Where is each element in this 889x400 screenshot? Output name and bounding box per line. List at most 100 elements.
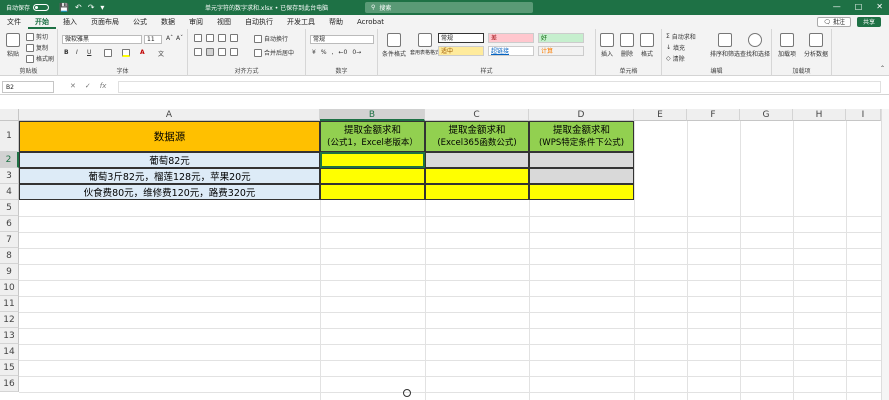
comma-icon[interactable]: , (332, 49, 334, 56)
conditional-format-button[interactable]: 条件格式 (382, 33, 406, 58)
formula-input[interactable] (118, 81, 881, 93)
cell-b1[interactable]: 提取金额求和 (公式1，Excel老版本） (320, 121, 425, 152)
tab-automate[interactable]: 自动执行 (238, 15, 280, 29)
style-calculation[interactable]: 计算 (538, 46, 584, 56)
vertical-align-buttons[interactable] (194, 34, 238, 42)
close-icon[interactable]: ✕ (876, 2, 883, 11)
grow-font-icon[interactable]: Aˆ (166, 35, 173, 42)
font-size-select[interactable]: 11 (144, 35, 162, 44)
cell-a3[interactable]: 葡萄3斤82元，榴莲128元，苹果20元 (19, 168, 320, 184)
maximize-icon[interactable]: □ (855, 2, 863, 11)
number-format-select[interactable]: 常规 (310, 35, 374, 44)
cell-c3[interactable] (425, 168, 529, 184)
align-top-icon[interactable] (194, 34, 202, 42)
collapse-ribbon-icon[interactable]: ⌃ (880, 65, 885, 72)
cell-c2[interactable] (425, 152, 529, 168)
bold-button[interactable]: B (64, 49, 69, 56)
align-middle-icon[interactable] (206, 34, 214, 42)
column-header-i[interactable]: I (846, 109, 881, 121)
vertical-scrollbar[interactable] (881, 109, 889, 400)
tab-review[interactable]: 审阅 (182, 15, 210, 29)
tab-view[interactable]: 视图 (210, 15, 238, 29)
autosum-button[interactable]: Σ 自动求和 (666, 32, 696, 41)
shrink-font-icon[interactable]: Aˇ (176, 35, 183, 42)
row-header-10[interactable]: 10 (0, 280, 19, 296)
enter-icon[interactable]: ✓ (85, 82, 91, 90)
cell-b2[interactable] (320, 152, 425, 168)
cell-a4[interactable]: 伙食费80元，维修费120元，路费320元 (19, 184, 320, 200)
phonetic-icon[interactable]: 文 (158, 49, 164, 58)
name-box[interactable]: B2 (2, 81, 54, 93)
cell-a1[interactable]: 数据源 (19, 121, 320, 152)
fill-color-icon[interactable] (122, 49, 130, 57)
autosave-toggle[interactable]: 自动保存 (6, 3, 50, 12)
cell-d3[interactable] (529, 168, 634, 184)
italic-button[interactable]: I (76, 49, 78, 56)
style-good[interactable]: 好 (538, 33, 584, 43)
row-header-14[interactable]: 14 (0, 344, 19, 360)
tab-insert[interactable]: 插入 (56, 15, 84, 29)
share-button[interactable]: 共享 (856, 17, 881, 27)
row-header-12[interactable]: 12 (0, 312, 19, 328)
paste-button[interactable]: 粘贴 (6, 33, 20, 58)
percent-icon[interactable]: % (321, 49, 327, 56)
row-header-4[interactable]: 4 (0, 184, 19, 200)
wrap-text-button[interactable]: 自动换行 (254, 34, 288, 43)
column-header-c[interactable]: C (425, 109, 529, 121)
find-select-button[interactable]: 查找和选择 (740, 33, 770, 58)
worksheet-grid[interactable]: A B C D E F G H I 1 2 3 4 5 6 7 8 9 10 1… (0, 109, 889, 400)
tab-home[interactable]: 开始 (28, 15, 56, 29)
border-icon[interactable] (104, 49, 112, 57)
style-bad[interactable]: 差 (488, 33, 534, 43)
row-header-11[interactable]: 11 (0, 296, 19, 312)
style-neutral[interactable]: 适中 (438, 46, 484, 56)
tab-help[interactable]: 帮助 (322, 15, 350, 29)
indent-icon[interactable] (230, 48, 238, 56)
column-header-d[interactable]: D (529, 109, 634, 121)
row-header-5[interactable]: 5 (0, 200, 19, 216)
cell-b3[interactable] (320, 168, 425, 184)
cell-a2[interactable]: 葡萄82元 (19, 152, 320, 168)
row-header-6[interactable]: 6 (0, 216, 19, 232)
tab-developer[interactable]: 开发工具 (280, 15, 322, 29)
align-left-icon[interactable] (194, 48, 202, 56)
style-hyperlink[interactable]: 超链接 (488, 46, 534, 56)
decrease-decimal-icon[interactable]: 0→ (352, 49, 361, 56)
toggle-switch-icon[interactable] (33, 4, 50, 11)
addins-button[interactable]: 加载项 (778, 33, 796, 58)
font-name-select[interactable]: 微软雅黑 (62, 35, 142, 44)
tab-page-layout[interactable]: 页面布局 (84, 15, 126, 29)
copy-button[interactable]: 复制 (26, 43, 48, 52)
undo-icon[interactable]: ↶ (75, 3, 82, 12)
align-right-icon[interactable] (218, 48, 226, 56)
increase-decimal-icon[interactable]: ←0 (338, 49, 347, 56)
search-box[interactable]: ⚲ 搜索 (365, 2, 533, 13)
align-center-icon[interactable] (206, 48, 214, 56)
row-header-16[interactable]: 16 (0, 376, 19, 392)
analyze-data-button[interactable]: 分析数据 (804, 33, 828, 58)
cell-c1[interactable]: 提取金额求和 (Excel365函数公式) (425, 121, 529, 152)
cancel-icon[interactable]: ✕ (70, 82, 76, 90)
cell-d2[interactable] (529, 152, 634, 168)
format-cells-button[interactable]: 格式 (640, 33, 654, 58)
minimize-icon[interactable]: — (833, 2, 841, 11)
currency-icon[interactable]: ¥ (312, 49, 316, 56)
column-header-a[interactable]: A (19, 109, 320, 121)
delete-cells-button[interactable]: 删除 (620, 33, 634, 58)
select-all-corner[interactable] (0, 109, 19, 121)
tab-file[interactable]: 文件 (0, 15, 28, 29)
row-header-7[interactable]: 7 (0, 232, 19, 248)
number-format-buttons[interactable]: ¥ % , ←0 0→ (312, 49, 361, 56)
cell-b4[interactable] (320, 184, 425, 200)
tab-acrobat[interactable]: Acrobat (350, 15, 391, 29)
row-header-3[interactable]: 3 (0, 168, 19, 184)
cell-d4[interactable] (529, 184, 634, 200)
clear-button[interactable]: ◇ 清除 (666, 54, 685, 63)
format-painter-button[interactable]: 格式刷 (26, 54, 54, 63)
save-icon[interactable]: 💾 (59, 3, 69, 12)
row-header-13[interactable]: 13 (0, 328, 19, 344)
row-header-1[interactable]: 1 (0, 121, 19, 152)
row-header-2[interactable]: 2 (0, 152, 19, 168)
style-normal[interactable]: 常规 (438, 33, 484, 43)
tab-data[interactable]: 数据 (154, 15, 182, 29)
